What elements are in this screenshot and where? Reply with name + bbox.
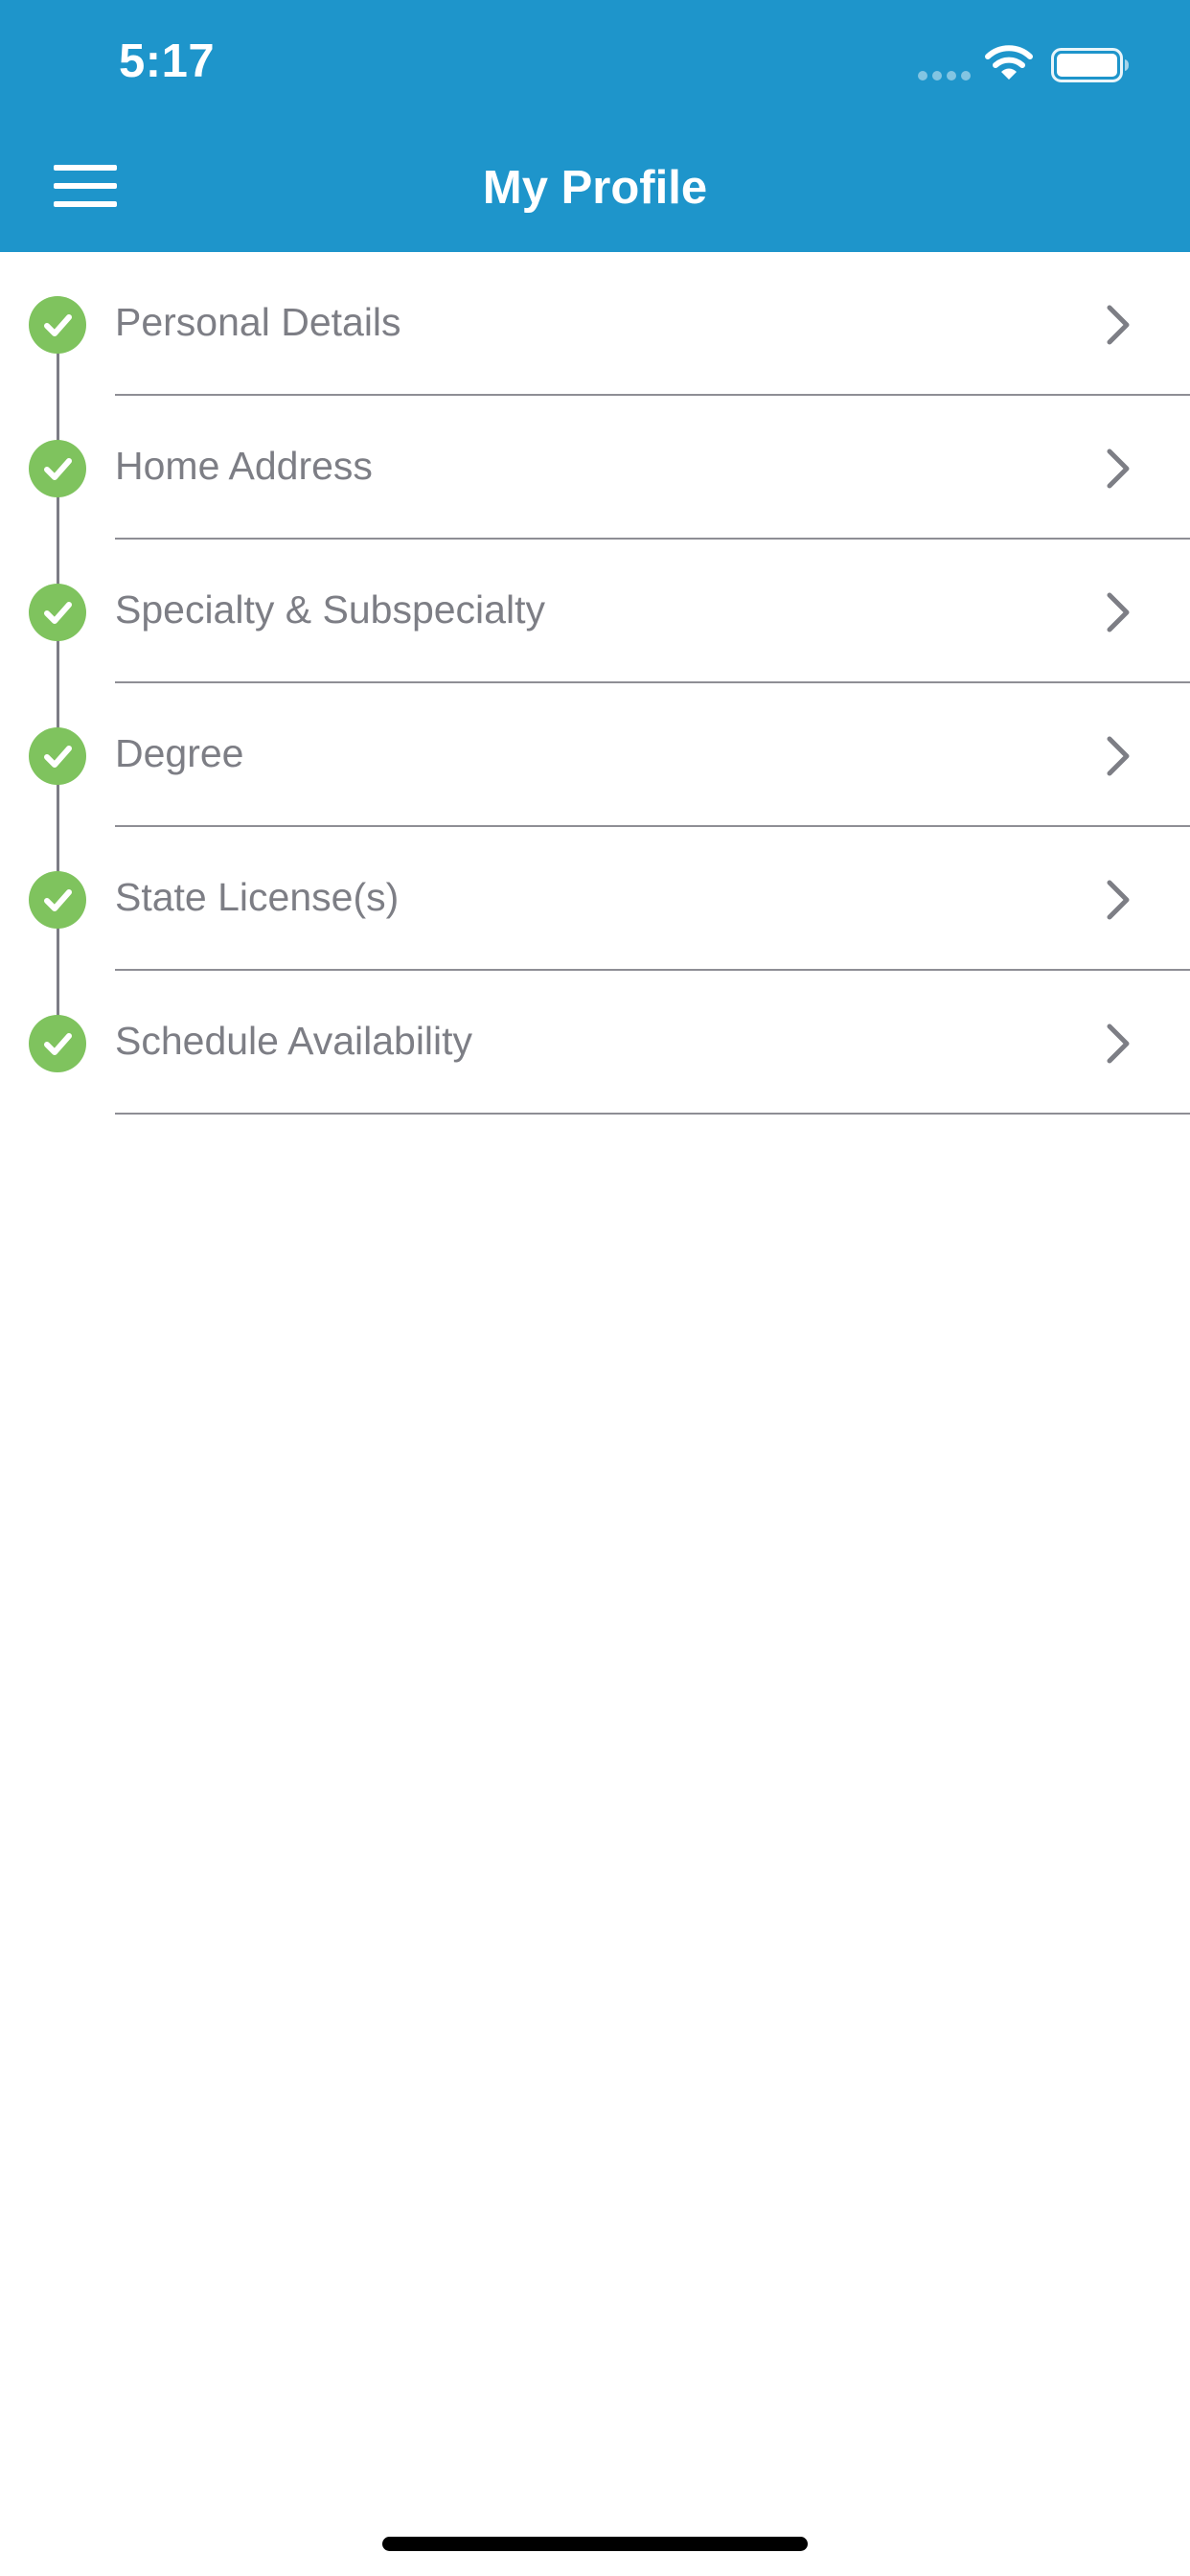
check-circle-icon: [29, 1015, 86, 1072]
list-item-label: Specialty & Subspecialty: [115, 587, 545, 632]
chevron-right-icon: [1107, 880, 1130, 920]
cellular-signal-icon: [918, 71, 972, 80]
chevron-right-icon: [1107, 448, 1130, 489]
top-app-bar: 5:17 My Profile: [0, 0, 1190, 252]
check-circle-icon: [29, 296, 86, 354]
status-time: 5:17: [119, 35, 216, 87]
wifi-icon: [985, 45, 1033, 80]
list-item-degree[interactable]: Degree: [0, 683, 1190, 827]
list-item-specialty-subspecialty[interactable]: Specialty & Subspecialty: [0, 540, 1190, 683]
list-item-label: State License(s): [115, 875, 400, 919]
list-item-state-licenses[interactable]: State License(s): [0, 827, 1190, 971]
check-circle-icon: [29, 871, 86, 929]
chevron-right-icon: [1107, 736, 1130, 776]
home-indicator[interactable]: [382, 2537, 808, 2551]
list-item-label: Schedule Availability: [115, 1019, 473, 1063]
list-item-schedule-availability[interactable]: Schedule Availability: [0, 971, 1190, 1115]
list-item-label: Home Address: [115, 444, 373, 488]
list-item-personal-details[interactable]: Personal Details: [0, 252, 1190, 396]
profile-section-list: Personal Details Home Address Specialty …: [0, 252, 1190, 1115]
chevron-right-icon: [1107, 305, 1130, 345]
list-item-home-address[interactable]: Home Address: [0, 396, 1190, 540]
chevron-right-icon: [1107, 1024, 1130, 1064]
page-title: My Profile: [482, 162, 708, 214]
check-circle-icon: [29, 727, 86, 785]
check-circle-icon: [29, 440, 86, 497]
list-item-label: Personal Details: [115, 300, 401, 344]
list-item-label: Degree: [115, 731, 244, 775]
battery-icon: [1051, 48, 1129, 82]
check-circle-icon: [29, 584, 86, 641]
divider: [115, 1113, 1190, 1115]
chevron-right-icon: [1107, 592, 1130, 632]
